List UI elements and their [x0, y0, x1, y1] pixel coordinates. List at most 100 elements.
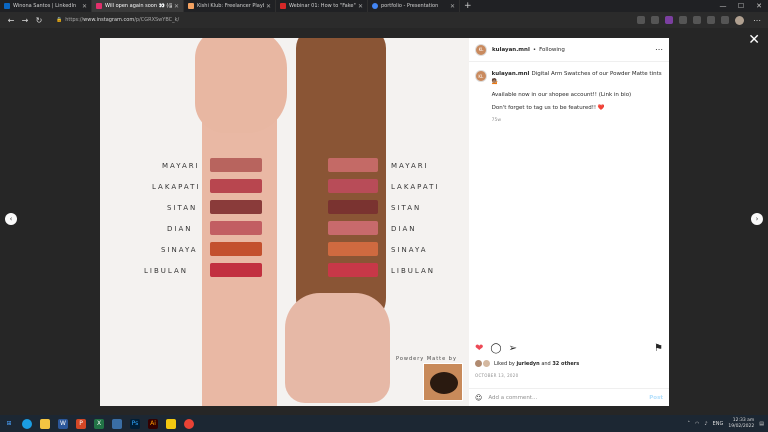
excel-icon[interactable]: X: [94, 418, 104, 429]
minimize-icon[interactable]: —: [714, 2, 732, 10]
close-tab-icon[interactable]: ✕: [82, 3, 87, 10]
swatch-label: SITAN: [391, 204, 422, 212]
swatch-label: LAKAPATI: [391, 183, 440, 191]
close-tab-icon[interactable]: ✕: [174, 3, 179, 10]
notifications-icon[interactable]: ▤: [759, 421, 764, 427]
liker-avatar: [475, 360, 482, 367]
swatch-label: LAKAPATI: [152, 183, 201, 191]
language-indicator[interactable]: ENG: [713, 421, 724, 427]
powerpoint-icon[interactable]: P: [76, 418, 86, 429]
url-prefix: https://: [65, 17, 84, 23]
chrome-icon[interactable]: [184, 418, 194, 429]
share-icon[interactable]: ➢: [509, 343, 517, 354]
lock-icon: 🔒: [56, 17, 63, 23]
extension-icon[interactable]: [665, 16, 673, 24]
illustrator-icon[interactable]: Ai: [148, 418, 158, 429]
liked-by-prefix: Liked by: [494, 360, 515, 367]
liked-by-user[interactable]: juriedyn: [516, 361, 539, 367]
url-host: www.instagram.com: [83, 17, 135, 23]
caption-username[interactable]: kulayan.mnl: [492, 71, 530, 77]
tab-webinar[interactable]: Webinar 01: How to "Fake" Your...✕: [276, 0, 368, 12]
liked-by-and: and: [541, 360, 551, 367]
clock-date: 19/02/2022: [728, 423, 755, 429]
post-date: OCTOBER 13, 2020: [475, 373, 519, 378]
clock[interactable]: 12:33 am 19/02/2022: [728, 418, 754, 430]
tab-instagram[interactable]: Will open again soon 👀 (@ku...✕: [92, 0, 184, 12]
tab-portfolio[interactable]: portfolio - Presentation ✕: [368, 0, 460, 12]
liked-by-count[interactable]: 32 others: [552, 361, 579, 367]
close-tab-icon[interactable]: ✕: [358, 3, 363, 10]
comment-icon[interactable]: ◯: [490, 343, 501, 354]
lip-tint-swatch: [210, 242, 262, 256]
avatar[interactable]: KL: [475, 43, 487, 56]
username-link[interactable]: kulayan.mnl: [492, 47, 530, 53]
emoji-icon[interactable]: ☺: [475, 394, 482, 402]
star-icon[interactable]: [651, 16, 659, 24]
volume-icon[interactable]: ♪: [704, 421, 707, 427]
reload-icon[interactable]: ↻: [32, 16, 46, 25]
collections-icon[interactable]: [721, 16, 729, 24]
maximize-icon[interactable]: ☐: [732, 2, 750, 10]
menu-icon[interactable]: ⋯: [750, 16, 764, 25]
caption-text: kulayan.mnl Digital Arm Swatches of our P…: [492, 70, 663, 130]
close-window-icon[interactable]: ✕: [750, 2, 768, 10]
swatch-label: DIAN: [167, 225, 193, 233]
swatch-label: SINAYA: [161, 246, 198, 254]
window-controls: — ☐ ✕: [714, 2, 768, 10]
next-post-button[interactable]: ›: [751, 213, 763, 225]
close-tab-icon[interactable]: ✕: [266, 3, 271, 10]
post-image: MAYARI LAKAPATI SITAN DIAN SINAYA LIBULA…: [100, 38, 469, 406]
favorites-icon[interactable]: [707, 16, 715, 24]
media-icon[interactable]: [112, 418, 122, 429]
brand-logo: [423, 363, 463, 401]
previous-post-button[interactable]: ‹: [5, 213, 17, 225]
swatch-label: LIBULAN: [391, 267, 435, 275]
file-explorer-icon[interactable]: [40, 418, 50, 429]
swatch-label: DIAN: [391, 225, 417, 233]
post-comment-button[interactable]: Post: [649, 395, 663, 401]
swatch-label: LIBULAN: [144, 267, 188, 275]
tab-linkedin[interactable]: Winona Santos | LinkedIn ✕: [0, 0, 92, 12]
url-input[interactable]: 🔒 https://www.instagram.com/p/CGRXSwYBC_…: [52, 14, 612, 26]
likes-summary: Liked by juriedyn and 32 others: [475, 360, 579, 367]
windows-start-icon[interactable]: ⊞: [4, 419, 14, 429]
caption-line: Available now in our shopee account!! (L…: [491, 92, 632, 98]
comment-input[interactable]: Add a comment...: [488, 395, 649, 401]
forward-icon[interactable]: →: [18, 16, 32, 25]
swatch-label: SITAN: [167, 204, 198, 212]
notes-icon[interactable]: [166, 418, 176, 429]
lip-tint-swatch: [328, 200, 378, 214]
system-tray: ˄ ◠ ♪ ENG 12:33 am 19/02/2022 ▤: [687, 418, 764, 430]
separator-dot: •: [532, 46, 537, 53]
word-icon[interactable]: W: [58, 418, 68, 429]
photoshop-icon[interactable]: Ps: [130, 418, 140, 429]
back-icon[interactable]: ←: [4, 16, 18, 25]
save-icon[interactable]: ⚑: [654, 343, 663, 354]
heart-extension-icon[interactable]: [693, 16, 701, 24]
swatch-label: MAYARI: [162, 162, 200, 170]
instagram-icon: [96, 3, 102, 9]
edge-icon[interactable]: [22, 418, 32, 429]
more-options-icon[interactable]: ⋯: [655, 45, 663, 54]
avatar[interactable]: KL: [475, 70, 487, 82]
post-side-panel: KL kulayan.mnl • Following ⋯ KL kulayan.…: [469, 38, 669, 406]
extension-icon[interactable]: [637, 16, 645, 24]
tab-kishi-klub[interactable]: Kishi Klub: Freelancer Playbook✕: [184, 0, 276, 12]
browser-tab-bar: Winona Santos | LinkedIn ✕ Will open agai…: [0, 0, 768, 12]
wifi-icon[interactable]: ◠: [695, 421, 699, 427]
kulayan-logo-icon: [430, 372, 458, 394]
following-button[interactable]: Following: [539, 47, 565, 53]
extensions: ⋯: [637, 15, 764, 25]
lip-tint-swatch: [210, 158, 262, 172]
new-tab-button[interactable]: +: [460, 1, 476, 11]
chevron-up-icon[interactable]: ˄: [687, 421, 690, 427]
like-icon[interactable]: ❤: [475, 343, 483, 354]
profile-avatar[interactable]: [735, 15, 744, 25]
close-tab-icon[interactable]: ✕: [450, 3, 455, 10]
lip-tint-swatch: [210, 221, 262, 235]
extension-icon[interactable]: [679, 16, 687, 24]
hand: [285, 293, 390, 403]
post-caption: KL kulayan.mnl Digital Arm Swatches of ou…: [469, 62, 669, 130]
light-fist: [195, 38, 287, 133]
close-icon[interactable]: ✕: [748, 32, 760, 48]
